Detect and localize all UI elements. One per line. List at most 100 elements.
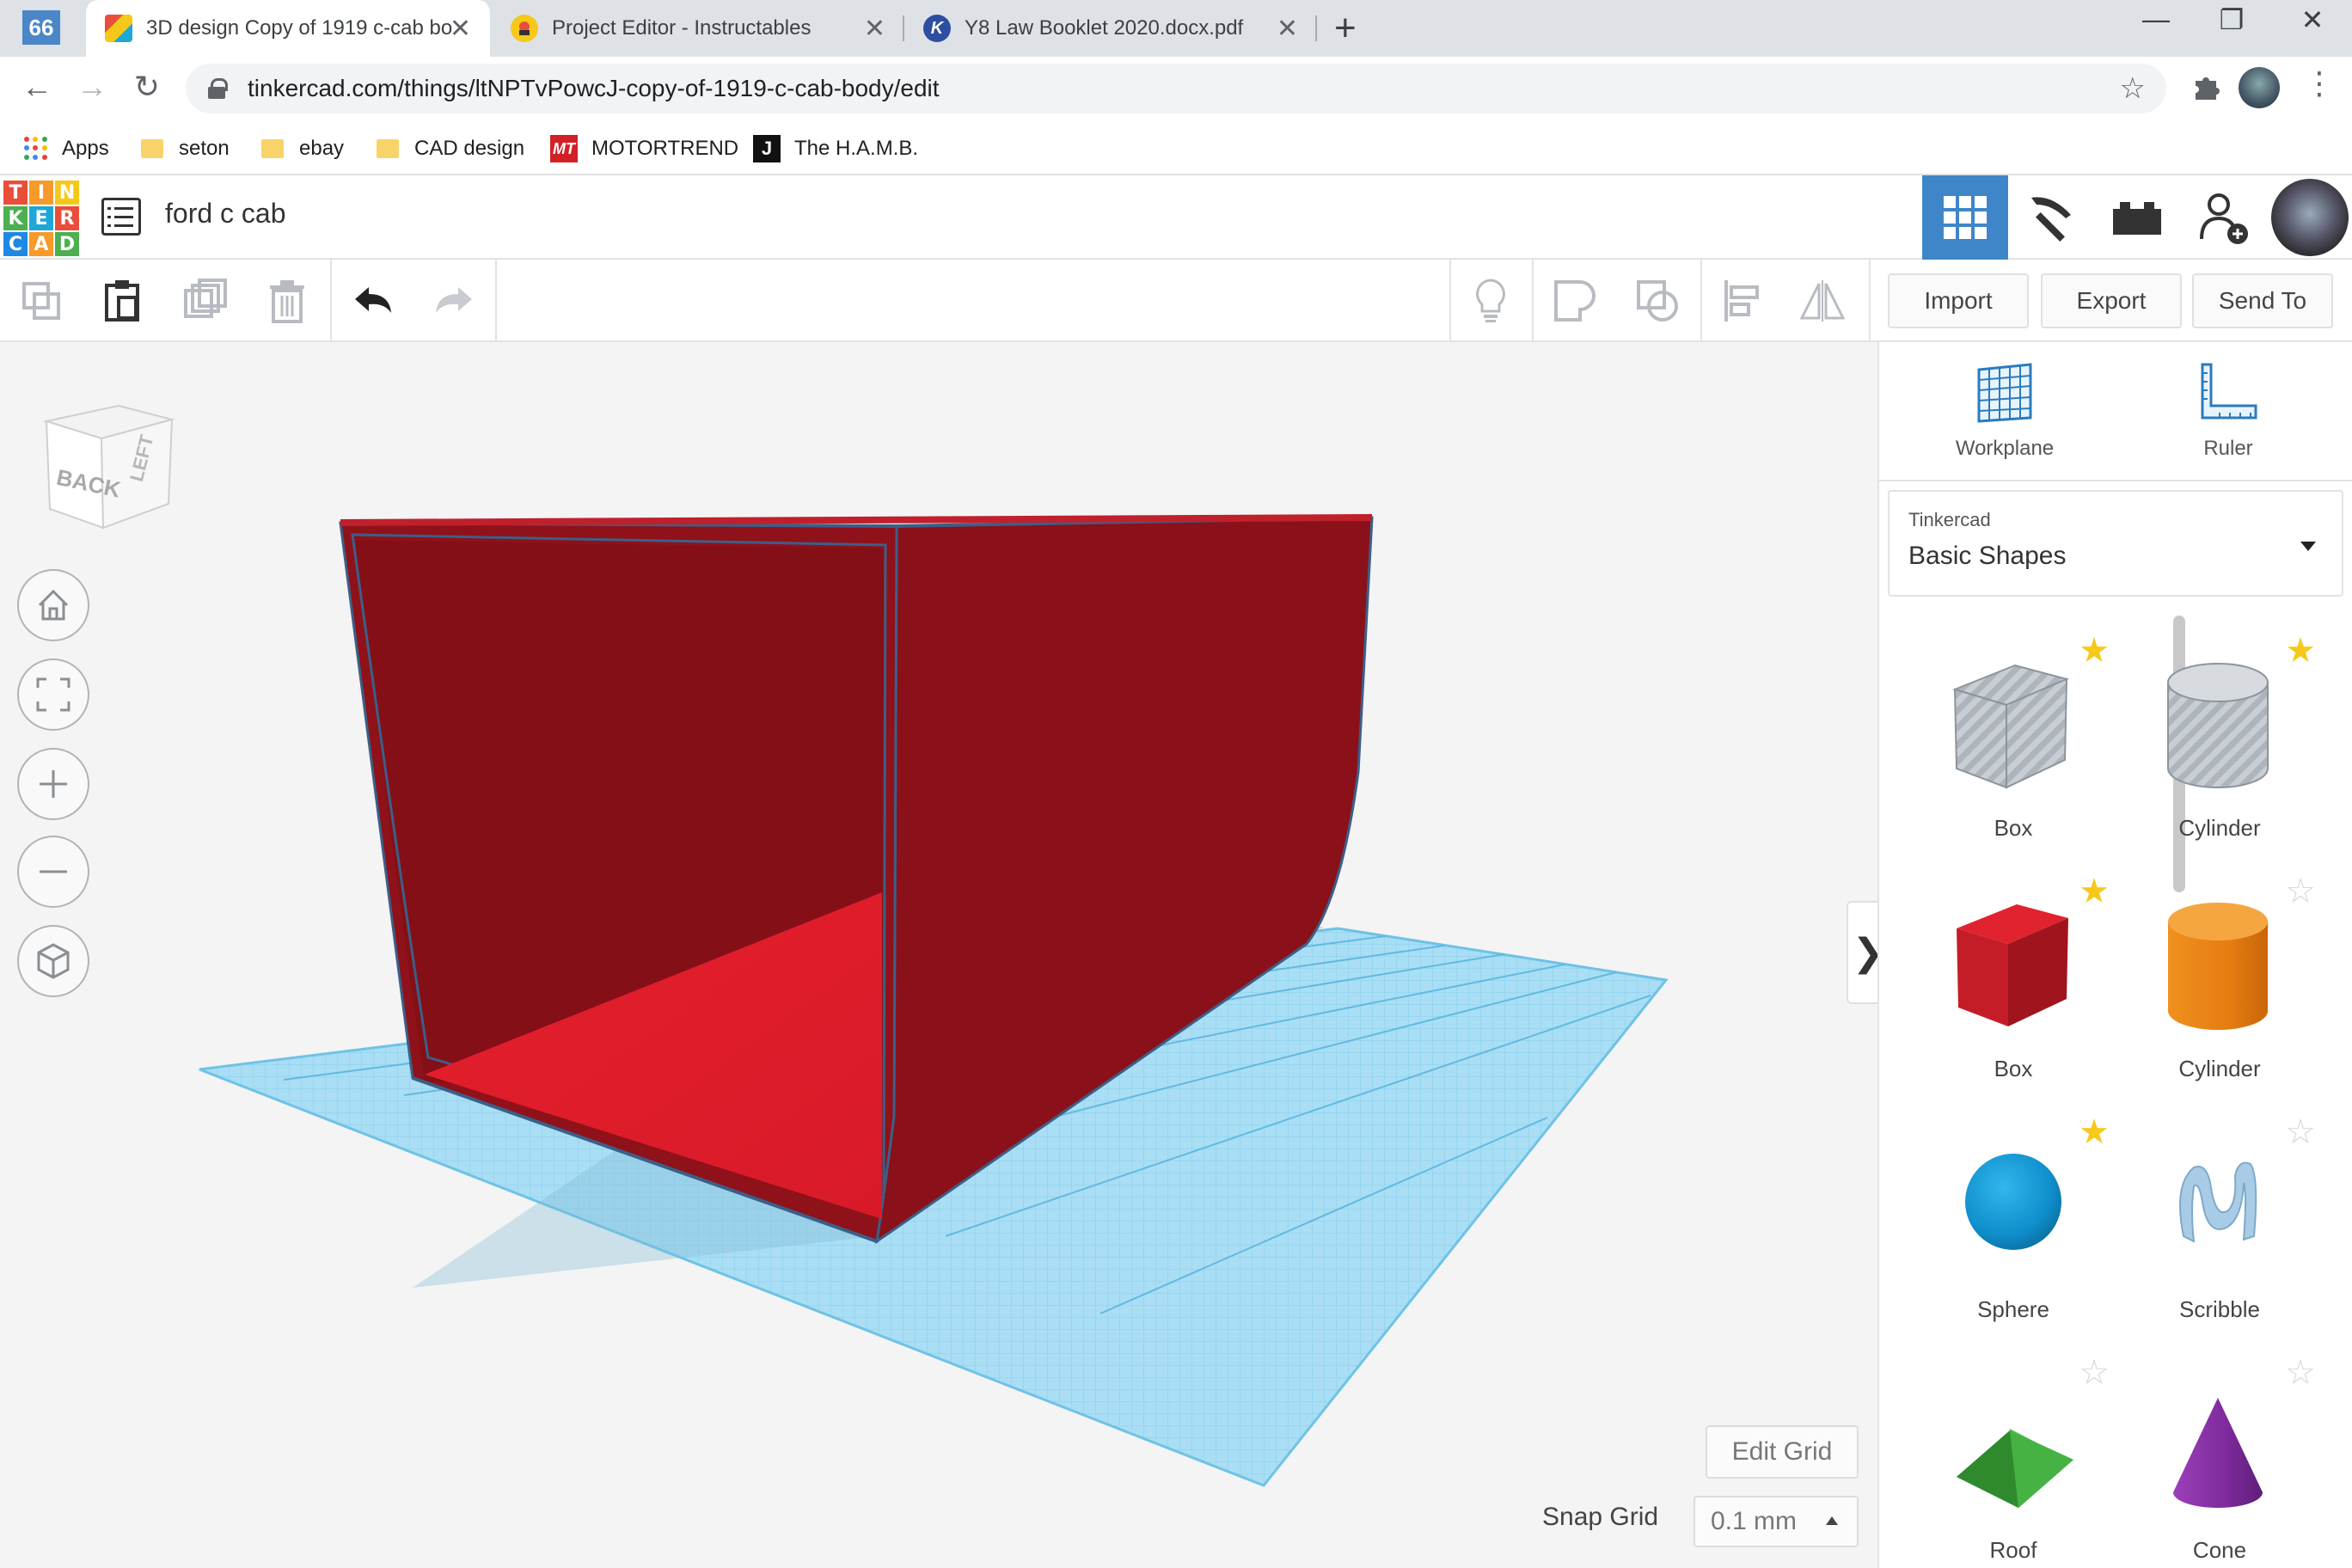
- view-cube[interactable]: BACK LEFT: [34, 394, 181, 540]
- bookmark-apps[interactable]: Apps: [24, 132, 109, 165]
- mirror-icon[interactable]: [1798, 277, 1847, 325]
- fit-view-button[interactable]: [17, 658, 89, 731]
- home-icon: [38, 589, 69, 621]
- shape-box[interactable]: ★ Box: [1927, 873, 2110, 1099]
- library-source: Tinkercad: [1908, 509, 1991, 530]
- redo-icon[interactable]: [430, 277, 478, 325]
- delete-icon[interactable]: [263, 277, 311, 325]
- bookmark-ebay[interactable]: ebay: [261, 132, 344, 165]
- restore-button[interactable]: ❐: [2206, 3, 2257, 36]
- shape-sphere[interactable]: ★ Sphere: [1927, 1113, 2110, 1339]
- bookmark-star-icon[interactable]: ☆: [2120, 71, 2146, 106]
- pinned-site-icon[interactable]: 66: [22, 10, 60, 45]
- group-icon[interactable]: [1551, 277, 1599, 325]
- favorite-star-icon[interactable]: ★: [2079, 631, 2110, 671]
- bookmark-label: CAD design: [414, 137, 525, 160]
- tab-title: Project Editor - Instructables: [552, 16, 812, 40]
- bricks-button[interactable]: [2094, 175, 2180, 260]
- zoom-out-button[interactable]: [17, 836, 89, 908]
- shape-cylinder[interactable]: ☆ Cylinder: [2134, 873, 2316, 1099]
- bookmark-cad-design[interactable]: CAD design: [377, 132, 524, 165]
- perspective-toggle-button[interactable]: [17, 925, 89, 997]
- shape-library-select[interactable]: Tinkercad Basic Shapes: [1888, 490, 2343, 597]
- zoom-in-button[interactable]: [17, 748, 89, 820]
- browser-profile-avatar[interactable]: [2239, 67, 2280, 108]
- 3d-viewport[interactable]: BACK LEFT ❯ Edit Grid Snap Grid 0.1 mm: [0, 342, 1888, 1568]
- toolbar-divider: [1449, 260, 1451, 342]
- close-tab-icon[interactable]: ✕: [1277, 14, 1298, 44]
- codeblocks-button[interactable]: [2008, 175, 2094, 260]
- kami-favicon: K: [923, 15, 951, 42]
- paste-icon[interactable]: [98, 277, 146, 325]
- extensions-puzzle-icon[interactable]: [2190, 70, 2221, 109]
- tinkercad-logo[interactable]: T I N K E R C A D: [3, 181, 79, 256]
- address-bar[interactable]: tinkercad.com/things/ltNPTvPowcJ-copy-of…: [186, 64, 2166, 113]
- duplicate-icon[interactable]: [181, 277, 229, 325]
- folder-icon: [261, 139, 284, 158]
- minimize-button[interactable]: —: [2130, 3, 2182, 35]
- chrome-menu-icon[interactable]: ⋮: [2304, 65, 2335, 101]
- shape-label: Sphere: [1977, 1296, 2049, 1322]
- undo-icon[interactable]: [349, 277, 397, 325]
- user-avatar[interactable]: [2271, 179, 2349, 256]
- import-button[interactable]: Import: [1888, 273, 2029, 328]
- back-arrow-icon[interactable]: ←: [15, 69, 58, 105]
- shape-box-hole[interactable]: ★ Box: [1927, 632, 2110, 858]
- snap-grid-select[interactable]: 0.1 mm: [1694, 1496, 1859, 1547]
- export-button[interactable]: Export: [2041, 273, 2182, 328]
- 3d-view-button[interactable]: [1922, 175, 2008, 260]
- favorite-star-icon[interactable]: ★: [2079, 872, 2110, 911]
- home-view-button[interactable]: [17, 569, 89, 641]
- ungroup-icon[interactable]: [1633, 277, 1681, 325]
- 3d-scene[interactable]: [0, 342, 1877, 1568]
- bookmark-seton[interactable]: seton: [141, 132, 230, 165]
- forward-arrow-icon[interactable]: →: [70, 69, 113, 105]
- close-window-button[interactable]: ✕: [2287, 3, 2338, 36]
- favorite-star-icon[interactable]: ★: [2079, 1112, 2110, 1152]
- bookmark-label: The H.A.M.B.: [794, 137, 919, 160]
- shape-scribble[interactable]: ☆ Scribble: [2134, 1113, 2316, 1339]
- caret-up-icon: [1826, 1516, 1838, 1525]
- scribble-icon: [2179, 1161, 2257, 1243]
- shape-cone[interactable]: ☆ Cone: [2134, 1354, 2316, 1568]
- favorite-star-icon[interactable]: ☆: [2079, 1353, 2110, 1393]
- favorite-star-icon[interactable]: ★: [2285, 631, 2316, 671]
- motortrend-icon: MT: [550, 135, 578, 162]
- ruler-tool[interactable]: Ruler: [2142, 361, 2314, 461]
- edit-grid-button[interactable]: Edit Grid: [1706, 1425, 1859, 1479]
- align-icon[interactable]: [1718, 277, 1766, 325]
- bookmark-motortrend[interactable]: MT MOTORTREND: [550, 132, 738, 165]
- close-tab-icon[interactable]: ✕: [864, 14, 885, 44]
- bookmark-hamb[interactable]: J The H.A.M.B.: [753, 132, 918, 165]
- favorite-star-icon[interactable]: ☆: [2285, 1112, 2316, 1152]
- shape-label: Cylinder: [2178, 1056, 2261, 1081]
- close-tab-icon[interactable]: ✕: [450, 14, 471, 44]
- favorite-star-icon[interactable]: ☆: [2285, 872, 2316, 911]
- send-to-button[interactable]: Send To: [2192, 273, 2333, 328]
- tab-instructables[interactable]: Project Editor - Instructables ✕: [492, 0, 904, 57]
- favorite-star-icon[interactable]: ☆: [2285, 1353, 2316, 1393]
- lightbulb-icon[interactable]: [1467, 277, 1515, 325]
- shape-cylinder-hole[interactable]: ★ Cylinder: [2134, 632, 2316, 858]
- design-name[interactable]: ford c cab: [165, 198, 286, 230]
- snap-grid-value: 0.1 mm: [1711, 1507, 1798, 1535]
- pickaxe-icon: [2031, 197, 2071, 242]
- logo-letter: E: [29, 206, 53, 230]
- shape-roof[interactable]: ☆ Roof: [1927, 1354, 2110, 1568]
- folder-icon: [141, 139, 163, 158]
- workplane-label: Workplane: [1955, 437, 2055, 460]
- workplane-tool[interactable]: Workplane: [1919, 361, 2091, 461]
- bookmark-label: seton: [179, 137, 230, 160]
- new-tab-button[interactable]: +: [1334, 7, 1357, 50]
- sphere-icon: [1965, 1154, 2061, 1250]
- copy-icon[interactable]: [17, 277, 65, 325]
- tab-law-booklet[interactable]: K Y8 Law Booklet 2020.docx.pdf ✕: [904, 0, 1317, 57]
- reload-icon[interactable]: ↻: [126, 69, 168, 105]
- workplane-icon: [1977, 363, 2032, 423]
- bookmark-label: MOTORTREND: [591, 137, 739, 160]
- tab-tinkercad[interactable]: 3D design Copy of 1919 c-cab bo ✕: [86, 0, 490, 57]
- design-list-icon[interactable]: [101, 198, 141, 236]
- shape-label: Cylinder: [2178, 815, 2261, 841]
- invite-user-button[interactable]: [2180, 175, 2266, 260]
- perspective-cube-icon: [37, 943, 70, 979]
